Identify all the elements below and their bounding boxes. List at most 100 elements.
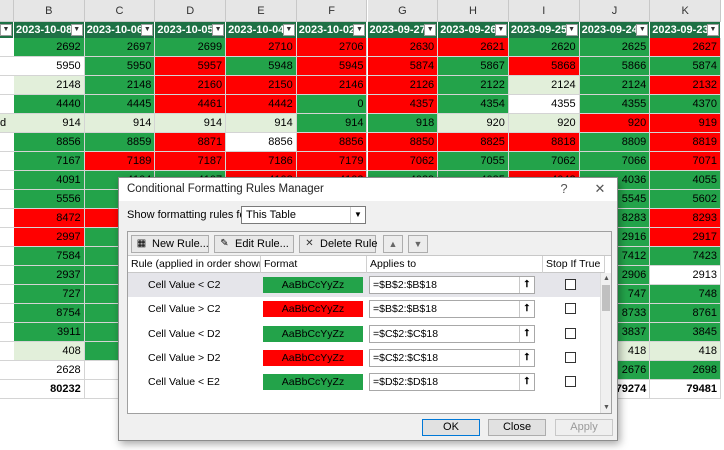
table-cell[interactable]: 2621: [438, 38, 509, 57]
filter-dropdown-icon[interactable]: ▼: [494, 24, 507, 36]
table-cell[interactable]: 5866: [579, 57, 651, 76]
table-cell[interactable]: 0: [296, 95, 368, 114]
table-cell[interactable]: 727: [14, 285, 85, 304]
table-cell[interactable]: 4357: [367, 95, 439, 114]
table-cell[interactable]: 748: [650, 285, 721, 304]
table-cell[interactable]: 7189: [84, 152, 156, 171]
table-cell[interactable]: 3845: [650, 323, 721, 342]
column-header-j[interactable]: J: [579, 0, 651, 22]
applies-to-field[interactable]: =$C$2:$C$18 ⭡: [369, 348, 535, 367]
table-cell[interactable]: 5957: [155, 57, 227, 76]
table-cell[interactable]: 2146: [296, 76, 368, 95]
chevron-down-icon[interactable]: ▼: [350, 207, 365, 223]
table-cell[interactable]: 2698: [650, 361, 721, 380]
table-cell[interactable]: 4442: [226, 95, 297, 114]
new-rule-button[interactable]: ▦ New Rule...: [131, 235, 209, 253]
table-cell[interactable]: 5950: [14, 57, 85, 76]
table-cell[interactable]: 914: [14, 114, 85, 133]
table-cell[interactable]: 8754: [14, 304, 85, 323]
stop-if-true-checkbox[interactable]: [565, 279, 576, 290]
column-header-a[interactable]: [0, 0, 14, 22]
table-cell[interactable]: 8856: [296, 133, 368, 152]
table-cell[interactable]: 2148: [84, 76, 156, 95]
table-cell[interactable]: 2628: [14, 361, 85, 380]
table-cell[interactable]: 2124: [579, 76, 651, 95]
ok-button[interactable]: OK: [422, 419, 480, 436]
cell-a[interactable]: [0, 152, 14, 171]
filter-dropdown-icon[interactable]: ▼: [565, 24, 578, 36]
move-up-button[interactable]: ▲: [383, 235, 403, 253]
table-cell[interactable]: 5948: [226, 57, 297, 76]
total-cell[interactable]: 80232: [14, 380, 85, 399]
column-header-f[interactable]: F: [296, 0, 368, 22]
cell-a[interactable]: [0, 228, 14, 247]
collapse-range-icon[interactable]: ⭡: [519, 349, 534, 366]
column-header-e[interactable]: E: [226, 0, 297, 22]
scroll-down-icon[interactable]: ▼: [601, 402, 612, 413]
table-cell[interactable]: 2710: [226, 38, 297, 57]
table-cell[interactable]: 4354: [438, 95, 509, 114]
table-cell[interactable]: 2627: [650, 38, 721, 57]
edit-rule-button[interactable]: ✎ Edit Rule...: [214, 235, 294, 253]
stop-if-true-checkbox[interactable]: [565, 327, 576, 339]
cell-a[interactable]: [0, 209, 14, 228]
table-cell[interactable]: 920: [508, 114, 580, 133]
table-cell[interactable]: 919: [650, 114, 721, 133]
filter-dropdown-icon[interactable]: ▼: [0, 24, 12, 36]
table-cell[interactable]: 8871: [155, 133, 227, 152]
column-header-d[interactable]: D: [155, 0, 227, 22]
table-cell[interactable]: 408: [14, 342, 85, 361]
table-cell[interactable]: 4445: [84, 95, 156, 114]
stop-if-true-checkbox[interactable]: [565, 351, 576, 363]
total-cell[interactable]: 79481: [650, 380, 721, 399]
table-cell[interactable]: 8293: [650, 209, 721, 228]
table-cell[interactable]: 8859: [84, 133, 156, 152]
table-cell[interactable]: 4461: [155, 95, 227, 114]
table-cell[interactable]: 5874: [650, 57, 721, 76]
table-cell[interactable]: 2692: [14, 38, 85, 57]
rule-row[interactable]: Cell Value > C2 AaBbCcYyZz =$B$2:$B$18 ⭡: [128, 297, 600, 321]
table-cell[interactable]: 8818: [508, 133, 580, 152]
close-icon[interactable]: ✕: [591, 181, 609, 197]
table-cell[interactable]: 920: [579, 114, 651, 133]
collapse-range-icon[interactable]: ⭡: [519, 325, 534, 342]
table-cell[interactable]: 2132: [650, 76, 721, 95]
table-cell[interactable]: 8856: [14, 133, 85, 152]
table-cell[interactable]: 5602: [650, 190, 721, 209]
table-cell[interactable]: 7055: [438, 152, 509, 171]
table-cell[interactable]: 2706: [296, 38, 368, 57]
table-cell[interactable]: 5874: [367, 57, 439, 76]
column-header-i[interactable]: I: [508, 0, 580, 22]
table-cell[interactable]: 8856: [226, 133, 297, 152]
filter-dropdown-icon[interactable]: ▼: [706, 24, 719, 36]
table-cell[interactable]: 4355: [508, 95, 580, 114]
filter-dropdown-icon[interactable]: ▼: [353, 24, 366, 36]
apply-button[interactable]: Apply: [555, 419, 613, 436]
cell-a[interactable]: [0, 57, 14, 76]
applies-to-field[interactable]: =$C$2:$C$18 ⭡: [369, 324, 535, 343]
cell-a[interactable]: [0, 171, 14, 190]
rule-row[interactable]: Cell Value < D2 AaBbCcYyZz =$C$2:$C$18 ⭡: [128, 322, 600, 346]
table-cell[interactable]: 4055: [650, 171, 721, 190]
applies-to-field[interactable]: =$B$2:$B$18 ⭡: [369, 300, 535, 319]
table-cell[interactable]: 7423: [650, 247, 721, 266]
table-cell[interactable]: 7071: [650, 152, 721, 171]
cell-a[interactable]: [0, 361, 14, 380]
scroll-up-icon[interactable]: ▲: [601, 273, 612, 284]
table-cell[interactable]: 2126: [367, 76, 439, 95]
column-header-b[interactable]: B: [14, 0, 85, 22]
filter-dropdown-icon[interactable]: ▼: [141, 24, 154, 36]
filter-dropdown-icon[interactable]: ▼: [70, 24, 83, 36]
table-cell[interactable]: 2997: [14, 228, 85, 247]
stop-if-true-checkbox[interactable]: [565, 376, 576, 388]
table-cell[interactable]: 7179: [296, 152, 368, 171]
table-cell[interactable]: 7186: [226, 152, 297, 171]
table-cell[interactable]: 8819: [650, 133, 721, 152]
table-cell[interactable]: 2124: [508, 76, 580, 95]
table-cell[interactable]: 7584: [14, 247, 85, 266]
table-cell[interactable]: 920: [438, 114, 509, 133]
table-cell[interactable]: 8825: [438, 133, 509, 152]
table-cell[interactable]: 4091: [14, 171, 85, 190]
stop-if-true-checkbox[interactable]: [565, 303, 576, 315]
table-cell[interactable]: 2937: [14, 266, 85, 285]
